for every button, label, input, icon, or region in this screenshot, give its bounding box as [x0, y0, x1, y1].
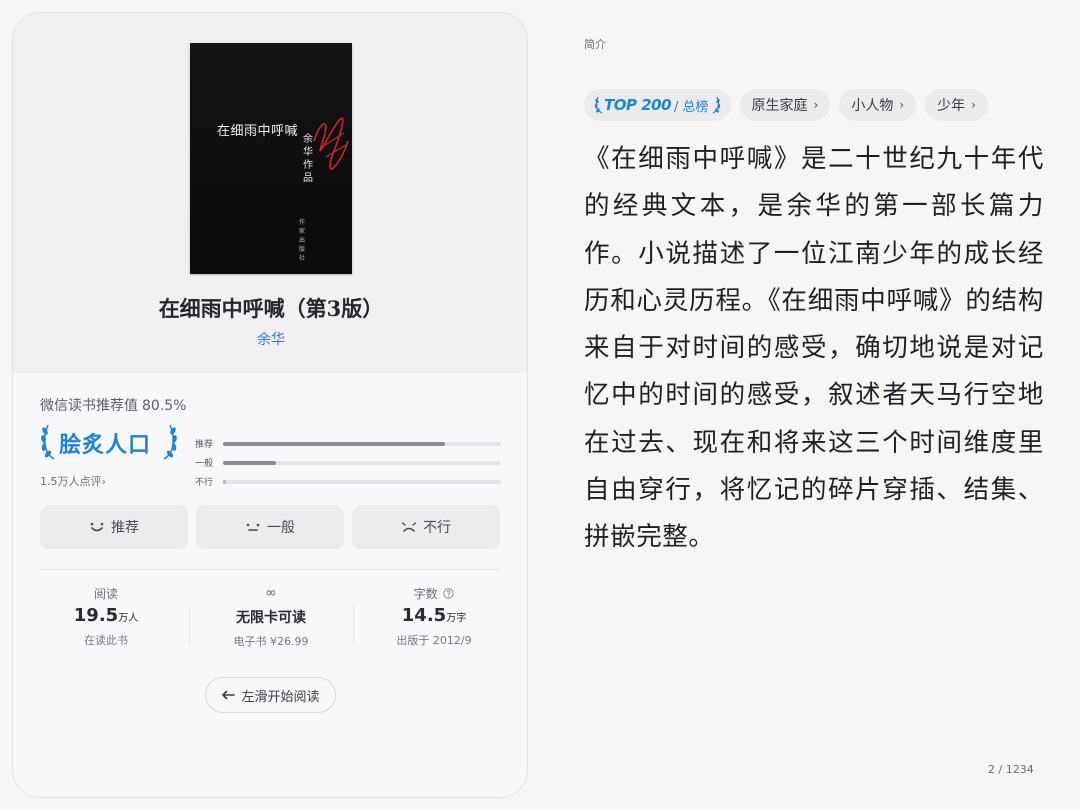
stat-label: 字数 — [359, 585, 509, 603]
stat-label: 阅读 — [93, 587, 118, 601]
infinity-icon: ∞ — [265, 585, 277, 601]
wordcount-label: 字数 — [413, 587, 438, 601]
laurel-right-icon — [712, 96, 720, 114]
bar-track — [223, 442, 501, 446]
tag-list: TOP 200 / 总榜 原生家庭 › 小人物 › 少年 › — [584, 89, 988, 121]
rating-bars: 推荐 一般 不行 — [195, 437, 501, 494]
badge-text: 脍炙人口 — [59, 433, 152, 458]
chevron-right-icon: › — [813, 98, 819, 112]
start-reading-label: 左滑开始阅读 — [241, 689, 320, 705]
neutral-face-icon — [246, 523, 260, 531]
intro-heading: 简介 — [584, 38, 606, 51]
readers-count: 19.5 — [73, 605, 119, 626]
book-cover[interactable]: 在细雨中呼喊 余华作品 作家出版社 — [190, 43, 352, 274]
rating-section: 微信读书推荐值 80.5% 脍炙人口 1.5万人点评› 推荐 一般 不行 推荐 … — [13, 373, 527, 797]
vote-bad-button[interactable]: 不行 — [352, 505, 500, 549]
readers-unit: 万人 — [118, 613, 139, 624]
frown-icon — [401, 522, 417, 532]
laurel-left-icon — [594, 96, 603, 114]
divider — [40, 569, 501, 570]
stat-membership[interactable]: ∞ 无限卡可读 电子书 ¥26.99 — [196, 585, 346, 649]
stat-sub: 电子书 ¥26.99 — [233, 635, 309, 648]
wordcount-value: 14.5 — [401, 605, 447, 626]
start-reading-button[interactable]: 左滑开始阅读 — [205, 677, 336, 713]
rating-badge: 脍炙人口 — [40, 421, 180, 461]
vote-recommend-button[interactable]: 推荐 — [40, 505, 188, 549]
book-author-link[interactable]: 余华 — [13, 329, 527, 349]
tag-label: 少年 — [937, 98, 966, 114]
tag-top200[interactable]: TOP 200 / 总榜 — [584, 89, 731, 121]
bar-fill — [223, 480, 226, 484]
bar-fill — [223, 461, 276, 465]
red-signature-mark — [313, 117, 349, 170]
tag-family[interactable]: 原生家庭 › — [739, 89, 831, 121]
bar-track — [223, 461, 501, 465]
vote-label: 推荐 — [111, 520, 139, 536]
vote-neutral-button[interactable]: 一般 — [196, 505, 344, 549]
recommend-label: 微信读书推荐值 — [40, 398, 138, 414]
vertical-divider — [189, 605, 190, 645]
synopsis-text: 《在细雨中呼喊》是二十世纪九十年代的经典文本，是余华的第一部长篇力作。小说描述了… — [584, 144, 1044, 553]
tag-ordinary-people[interactable]: 小人物 › — [839, 89, 917, 121]
bar-fill — [223, 442, 446, 446]
recommend-value-row: 微信读书推荐值 80.5% — [40, 395, 186, 415]
bar-row-bad: 不行 — [195, 475, 501, 494]
recommend-percent: 80.5% — [142, 398, 187, 414]
review-count-text: 1.5万人点评 — [40, 475, 102, 488]
stat-value: 14.5万字 — [359, 605, 509, 626]
vote-label: 一般 — [267, 520, 295, 536]
cover-publisher: 作家出版社 — [299, 219, 306, 262]
bar-row-neutral: 一般 — [195, 456, 501, 475]
arrow-left-icon — [222, 690, 236, 700]
bar-track — [223, 480, 501, 484]
top200-sub: / 总榜 — [674, 99, 709, 115]
stat-readers[interactable]: 阅读 19.5万人 在读此书 — [31, 585, 181, 648]
laurel-right-icon — [163, 424, 177, 460]
vote-label: 不行 — [423, 520, 451, 536]
stat-value: 无限卡可读 — [236, 610, 306, 626]
chevron-right-icon: › — [101, 475, 106, 488]
stat-value: 19.5万人 — [31, 605, 181, 626]
stat-sub: 出版于 2012/9 — [396, 634, 472, 647]
bar-label: 不行 — [195, 478, 214, 488]
chevron-right-icon: › — [899, 98, 905, 112]
book-header: 在细雨中呼喊 余华作品 作家出版社 在细雨中呼喊（第3版） 余华 — [13, 13, 527, 373]
bar-label: 推荐 — [195, 440, 214, 450]
tag-label: 原生家庭 — [751, 98, 808, 114]
bar-label: 一般 — [195, 459, 214, 469]
review-count-link[interactable]: 1.5万人点评› — [40, 473, 106, 489]
tag-label: 小人物 — [851, 98, 894, 114]
cover-title: 在细雨中呼喊 — [217, 124, 299, 139]
book-title: 在细雨中呼喊（第3版） — [158, 296, 384, 321]
book-card: 在细雨中呼喊 余华作品 作家出版社 在细雨中呼喊（第3版） 余华 微信读书推荐值… — [12, 12, 528, 798]
laurel-left-icon — [41, 424, 55, 460]
stat-sub: 在读此书 — [84, 634, 128, 647]
wordcount-unit: 万字 — [446, 613, 467, 624]
smile-icon — [90, 522, 104, 532]
page-indicator: 2 / 1234 — [988, 763, 1034, 776]
stat-wordcount[interactable]: 字数 14.5万字 出版于 2012/9 — [359, 585, 509, 648]
top200-label: TOP 200 — [604, 96, 672, 114]
vertical-divider — [353, 605, 354, 645]
chevron-right-icon: › — [971, 98, 976, 112]
bar-row-recommend: 推荐 — [195, 437, 501, 456]
cover-author: 余华作品 — [303, 134, 313, 184]
help-circle-icon — [443, 588, 455, 599]
tag-youth[interactable]: 少年 › — [925, 89, 988, 121]
